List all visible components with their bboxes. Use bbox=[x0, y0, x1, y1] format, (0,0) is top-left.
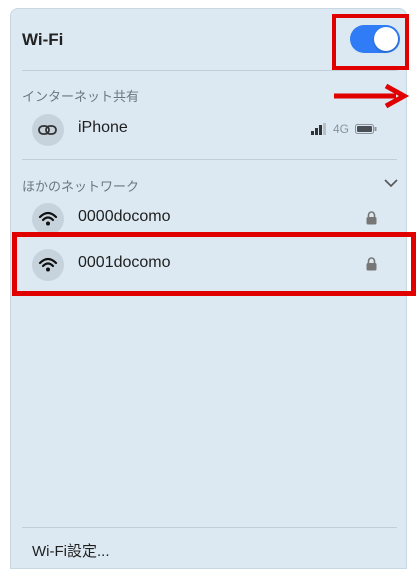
chevron-down-icon[interactable] bbox=[384, 178, 398, 188]
hotspot-section-label: インターネット共有 bbox=[22, 89, 140, 104]
network-name: 0000docomo bbox=[78, 208, 171, 225]
hotspot-device-name: iPhone bbox=[78, 119, 128, 136]
toggle-highlight-box bbox=[332, 14, 409, 70]
divider bbox=[22, 70, 397, 71]
wifi-title: Wi-Fi bbox=[22, 30, 64, 49]
network-highlight-box bbox=[12, 232, 416, 296]
lock-icon bbox=[366, 211, 377, 225]
wifi-settings-link[interactable]: Wi-Fi設定... bbox=[32, 540, 109, 561]
divider bbox=[22, 527, 397, 528]
signal-bars-icon bbox=[310, 123, 326, 135]
wifi-icon bbox=[32, 203, 64, 235]
link-icon bbox=[32, 114, 64, 146]
red-arrow-icon bbox=[334, 84, 410, 108]
other-networks-section-label: ほかのネットワーク bbox=[22, 179, 140, 194]
battery-icon bbox=[355, 124, 377, 134]
hotspot-iphone-row[interactable]: iPhone 4G bbox=[22, 110, 397, 148]
hotspot-status: 4G bbox=[310, 122, 377, 136]
divider bbox=[22, 159, 397, 160]
network-type-label: 4G bbox=[332, 122, 349, 136]
